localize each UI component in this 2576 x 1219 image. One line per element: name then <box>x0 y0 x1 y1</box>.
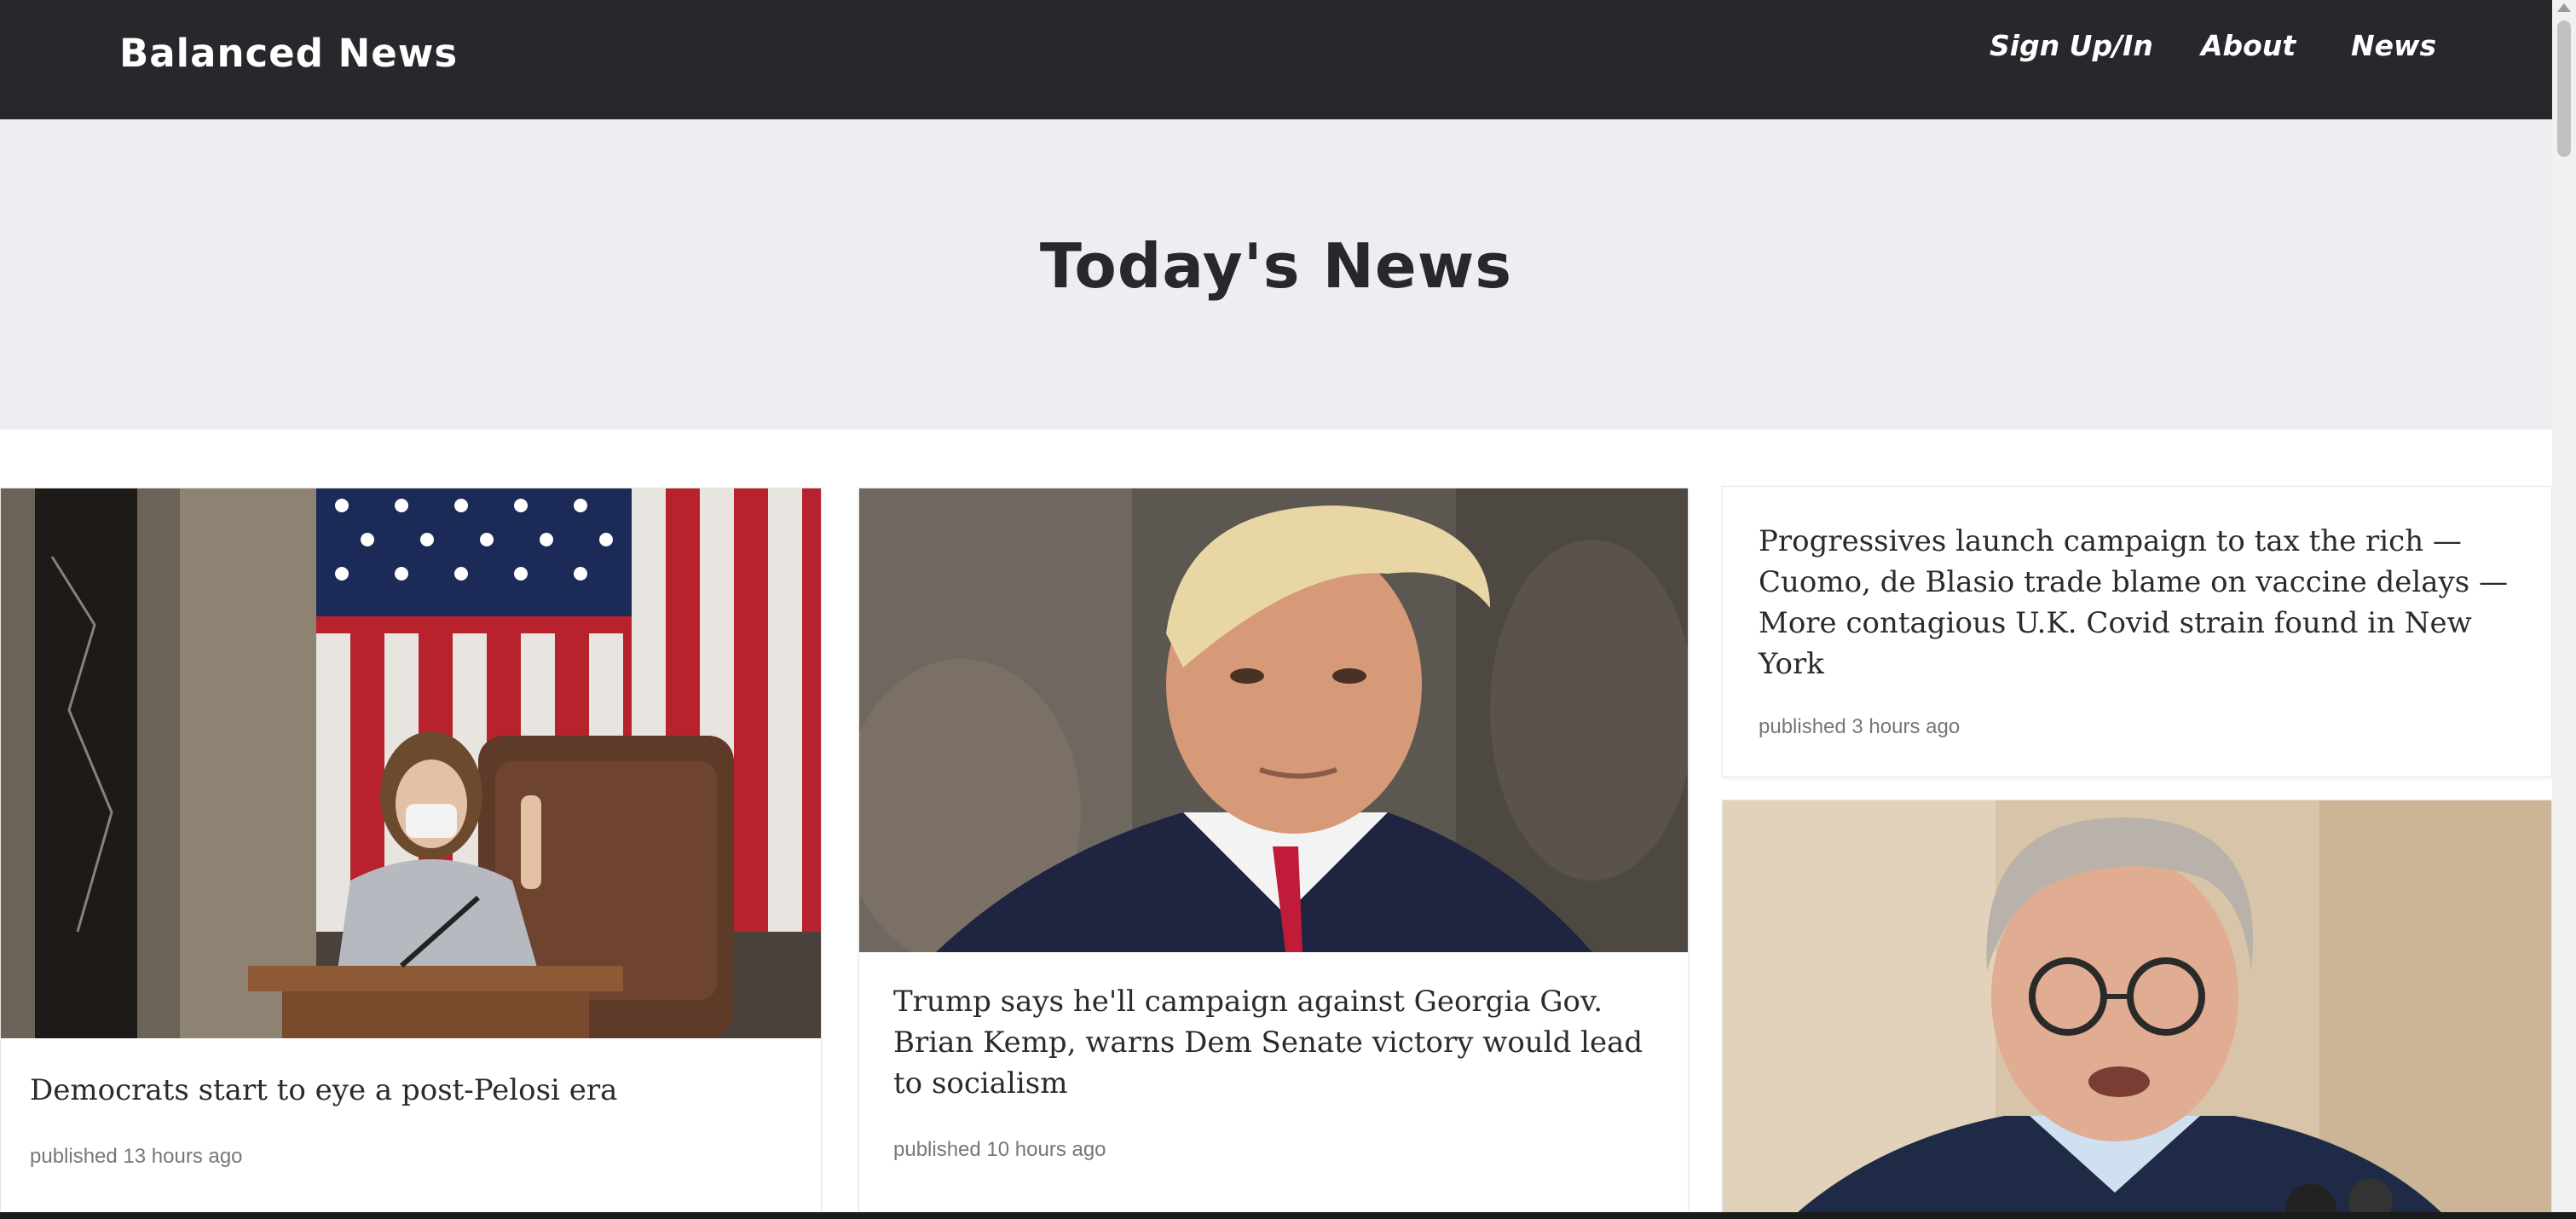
nav-link-news[interactable]: News <box>2351 29 2436 62</box>
hero-banner: Today's News <box>0 119 2552 430</box>
news-card-published: published 13 hours ago <box>30 1145 243 1168</box>
page-title: Today's News <box>1039 230 1513 302</box>
brand-logo[interactable]: Balanced News <box>119 31 458 76</box>
news-card-image[interactable] <box>1 488 821 1038</box>
nav-link-sign-up-in[interactable]: Sign Up/In <box>1990 29 2153 62</box>
news-card-published: published 3 hours ago <box>1759 715 1961 738</box>
bottom-border <box>0 1212 2576 1219</box>
news-card-title[interactable]: Trump says he'll campaign against Georgi… <box>893 981 1661 1104</box>
news-card-4[interactable] <box>1722 800 2552 1219</box>
news-card-title[interactable]: Democrats start to eye a post-Pelosi era <box>30 1070 797 1111</box>
news-card-image[interactable] <box>859 488 1688 952</box>
news-card-2[interactable]: Trump says he'll campaign against Georgi… <box>858 488 1689 1219</box>
scrollbar-thumb[interactable] <box>2557 20 2571 157</box>
scroll-up-arrow-icon[interactable] <box>2557 3 2571 12</box>
nav-link-about[interactable]: About <box>2201 29 2296 62</box>
page-scrollbar[interactable] <box>2552 0 2576 1219</box>
pelosi-photo <box>1 488 821 1038</box>
navbar: Balanced News Sign Up/In About News <box>0 0 2552 119</box>
news-card-3[interactable]: Progressives launch campaign to tax the … <box>1722 486 2552 777</box>
news-card-image[interactable] <box>1723 800 2551 1218</box>
news-card-title[interactable]: Progressives launch campaign to tax the … <box>1759 521 2517 685</box>
official-photo <box>1723 800 2551 1218</box>
trump-photo <box>859 488 1688 952</box>
news-card-1[interactable]: Democrats start to eye a post-Pelosi era… <box>0 488 822 1219</box>
news-card-published: published 10 hours ago <box>893 1138 1106 1161</box>
